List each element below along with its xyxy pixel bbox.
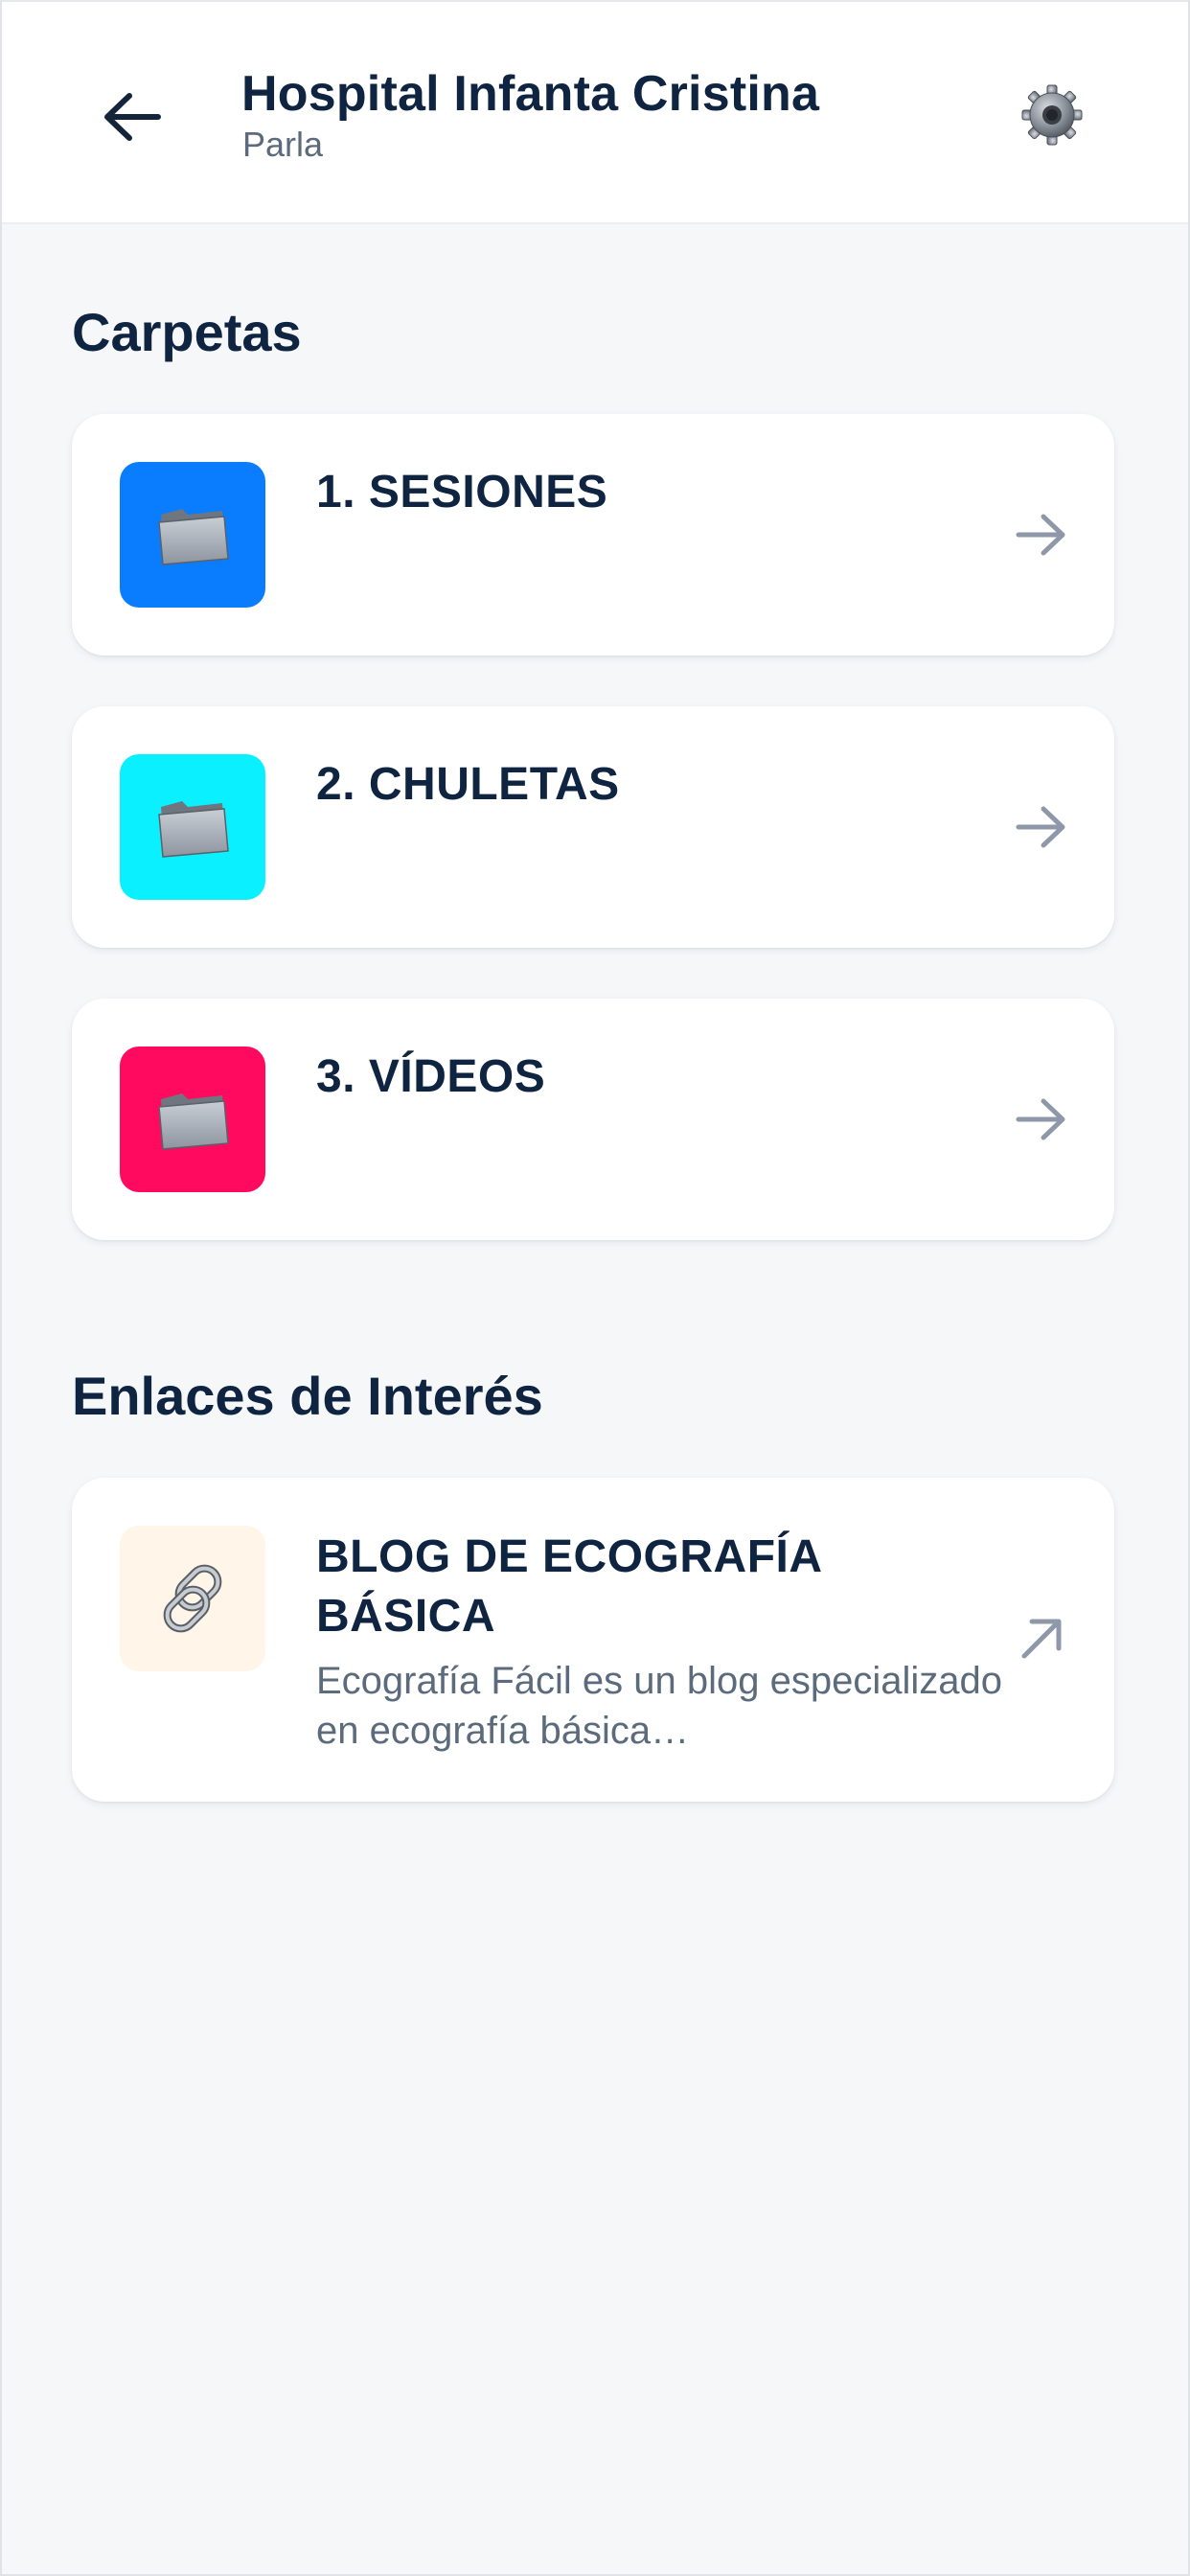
link-card-blog[interactable]: BLOG DE ECOGRAFÍA BÁSICA Ecografía Fácil… <box>72 1478 1114 1802</box>
arrow-right-icon <box>1016 514 1065 556</box>
folder-label: 3. VÍDEOS <box>316 1051 546 1102</box>
folder-icon <box>158 509 229 565</box>
folder-label: 1. SESIONES <box>316 467 608 518</box>
back-button[interactable] <box>90 79 174 155</box>
page-title: Hospital Infanta Cristina <box>241 66 820 122</box>
folder-card-chuletas[interactable]: 2. CHULETAS <box>72 706 1114 948</box>
gear-icon <box>1021 84 1083 146</box>
link-title: BLOG DE ECOGRAFÍA BÁSICA <box>316 1531 821 1642</box>
app-screen: Hospital Infanta Cristina Parla Carpetas… <box>0 0 1190 2576</box>
folder-tile <box>120 1046 265 1192</box>
link-icon <box>163 1564 222 1633</box>
folder-icon <box>158 1093 229 1150</box>
page-subtitle: Parla <box>242 125 324 164</box>
folder-card-sesiones[interactable]: 1. SESIONES <box>72 414 1114 656</box>
arrow-right-icon <box>1016 806 1065 848</box>
folder-tile <box>120 754 265 900</box>
folder-card-videos[interactable]: 3. VÍDEOS <box>72 999 1114 1240</box>
external-link-icon <box>1021 1619 1062 1659</box>
link-tile <box>120 1526 265 1671</box>
folder-label: 2. CHULETAS <box>316 759 620 810</box>
folders-section-title: Carpetas <box>72 302 302 362</box>
link-description: Ecografía Fácil es un blog especializado… <box>316 1660 1002 1752</box>
folder-icon <box>158 801 229 858</box>
links-section-title: Enlaces de Interés <box>72 1366 543 1426</box>
settings-button[interactable] <box>1016 79 1088 151</box>
arrow-left-icon <box>104 93 161 141</box>
arrow-right-icon <box>1016 1098 1065 1140</box>
folder-tile <box>120 462 265 608</box>
top-header: Hospital Infanta Cristina Parla <box>2 2 1188 224</box>
